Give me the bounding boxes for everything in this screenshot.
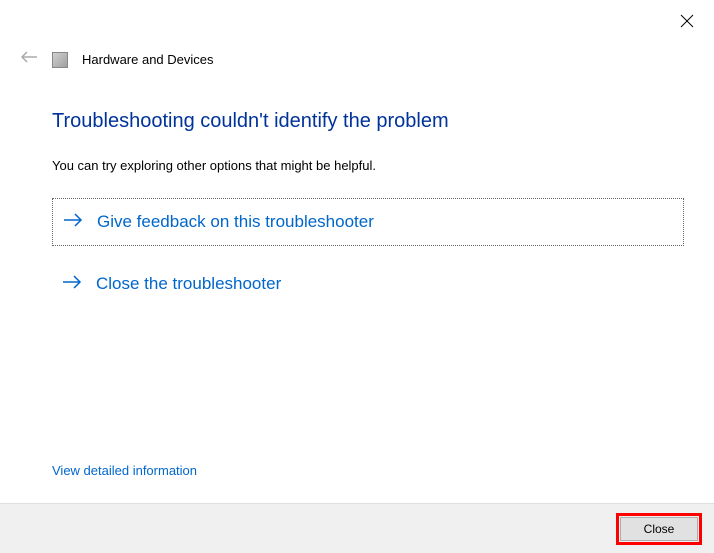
header-title: Hardware and Devices bbox=[82, 52, 214, 67]
option-label: Give feedback on this troubleshooter bbox=[97, 212, 374, 232]
option-label: Close the troubleshooter bbox=[96, 274, 281, 294]
back-arrow-icon[interactable] bbox=[20, 50, 38, 69]
window-close-button[interactable] bbox=[680, 14, 696, 30]
header: Hardware and Devices bbox=[20, 50, 214, 69]
arrow-right-icon bbox=[62, 275, 82, 294]
subtext: You can try exploring other options that… bbox=[52, 158, 684, 173]
hardware-icon bbox=[52, 52, 68, 68]
option-give-feedback[interactable]: Give feedback on this troubleshooter bbox=[52, 198, 684, 246]
main-heading: Troubleshooting couldn't identify the pr… bbox=[52, 110, 684, 133]
close-icon bbox=[680, 14, 694, 28]
close-button-highlight: Close bbox=[616, 513, 702, 545]
content-area: Troubleshooting couldn't identify the pr… bbox=[52, 110, 684, 307]
view-detailed-information-link[interactable]: View detailed information bbox=[52, 463, 197, 478]
footer: Close bbox=[0, 503, 714, 553]
option-close-troubleshooter[interactable]: Close the troubleshooter bbox=[52, 261, 684, 307]
arrow-right-icon bbox=[63, 213, 83, 232]
close-button[interactable]: Close bbox=[620, 517, 698, 541]
